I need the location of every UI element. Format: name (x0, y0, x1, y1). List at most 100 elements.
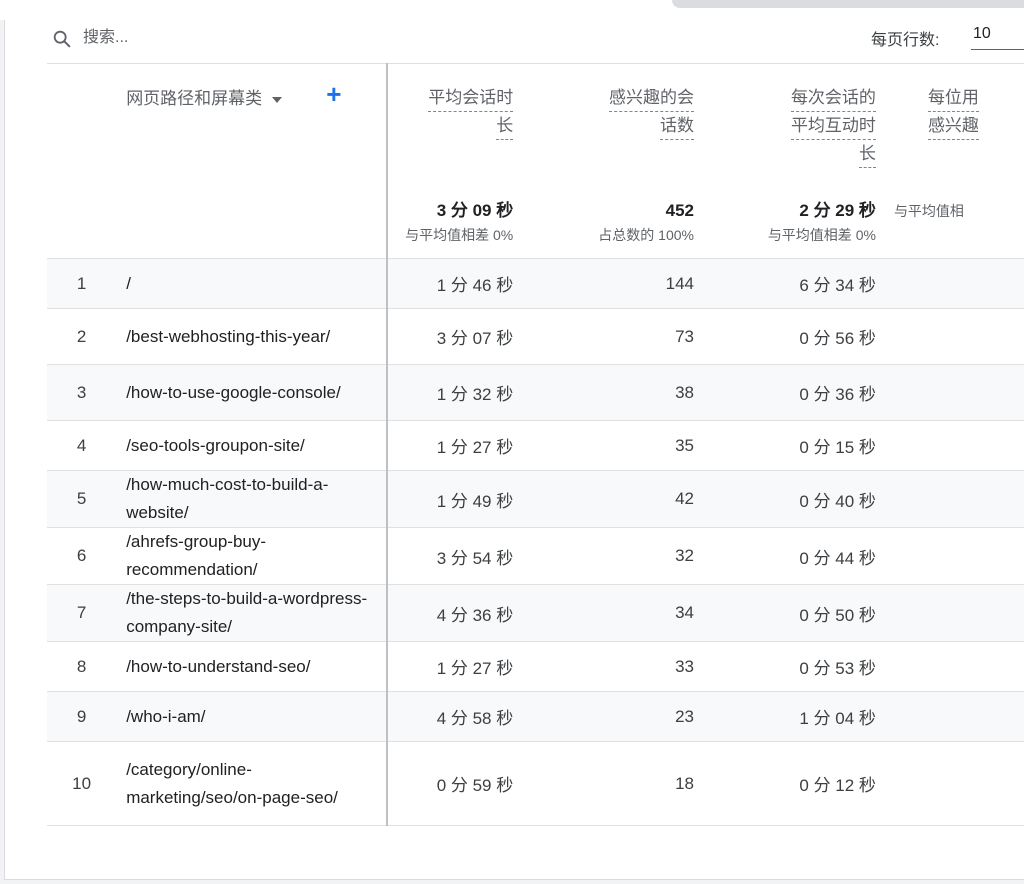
row-engaged-sessions: 35 (521, 420, 702, 471)
row-engaged-sessions: 34 (521, 584, 702, 642)
row-page-path[interactable]: /how-to-use-google-console/ (116, 364, 388, 421)
metric-header-avg-engagement-time[interactable]: 每次会话的 平均互动时 长 (702, 63, 884, 199)
row-avg-engagement-time: 0 分 15 秒 (702, 420, 884, 471)
metric-header-line: 感兴趣的会 (609, 85, 694, 112)
row-page-path[interactable]: /who-i-am/ (116, 691, 388, 742)
row-avg-session-duration: 1 分 49 秒 (386, 470, 522, 528)
metric-header-line: 话数 (660, 113, 694, 140)
total-comparison: 与平均值相差 0% (405, 226, 514, 243)
metric-header-line: 感兴趣 (927, 113, 979, 140)
row-index: 6 (47, 527, 117, 585)
row-avg-session-duration: 3 分 54 秒 (386, 527, 522, 585)
row-page-path[interactable]: / (116, 258, 388, 309)
row-engaged-per-user (883, 527, 1024, 585)
row-page-path[interactable]: /category/online-marketing/seo/on-page-s… (116, 741, 388, 826)
metric-header-line: 长 (496, 113, 514, 140)
row-engaged-per-user (883, 691, 1024, 742)
row-avg-session-duration: 0 分 59 秒 (386, 741, 522, 826)
row-engaged-per-user (883, 258, 1024, 309)
row-engaged-sessions: 32 (521, 527, 702, 585)
total-value: 3 分 09 秒 (436, 200, 514, 220)
table-row[interactable]: 10/category/online-marketing/seo/on-page… (47, 741, 1024, 826)
row-index: 9 (47, 691, 117, 742)
metric-header-line: 每次会话的 (790, 85, 876, 112)
row-avg-engagement-time: 1 分 04 秒 (702, 691, 884, 742)
row-index: 7 (47, 584, 117, 642)
row-page-path[interactable]: /best-webhosting-this-year/ (116, 308, 388, 365)
row-avg-session-duration: 1 分 27 秒 (386, 420, 522, 471)
row-engaged-per-user (883, 584, 1024, 642)
rows-per-page-select[interactable]: 10 (971, 24, 1024, 50)
table-row[interactable]: 4/seo-tools-groupon-site/1 分 27 秒 35 0 分 1… (47, 420, 1024, 471)
report-table-card: 每页行数: 10 网页路径和屏幕类 + 平均会话时 长 感兴趣的会 话数 (4, 20, 1024, 880)
row-avg-engagement-time: 0 分 36 秒 (702, 364, 884, 421)
row-engaged-per-user (883, 470, 1024, 528)
index-header (47, 63, 117, 199)
row-index: 8 (47, 641, 117, 692)
row-index: 10 (47, 741, 117, 826)
dropdown-triangle-icon[interactable] (272, 96, 283, 104)
top-toolbar-edge (672, 0, 1024, 8)
search-icon (53, 30, 71, 48)
metric-header-line: 平均会话时 (428, 85, 514, 112)
row-engaged-per-user (883, 308, 1024, 365)
row-engaged-per-user (883, 741, 1024, 826)
search-input[interactable] (83, 25, 383, 51)
total-comparison: 与平均值相差 0% (767, 226, 876, 243)
table-row[interactable]: 7/the-steps-to-build-a-wordpress-company… (47, 584, 1024, 642)
rows-per-page-label: 每页行数: (871, 32, 940, 49)
metric-header-line: 长 (858, 141, 876, 168)
row-avg-engagement-time: 0 分 12 秒 (702, 741, 884, 826)
total-comparison: 占总数的 100% (598, 226, 694, 243)
row-avg-engagement-time: 0 分 50 秒 (702, 584, 884, 642)
dimension-header-label: 网页路径和屏幕类 (126, 89, 263, 108)
row-engaged-sessions: 73 (521, 308, 702, 365)
row-engaged-sessions: 144 (521, 258, 702, 309)
row-engaged-sessions: 38 (521, 364, 702, 421)
total-avg-session-duration: 3 分 09 秒 与平均值相差 0% (386, 198, 522, 259)
row-avg-session-duration: 1 分 46 秒 (386, 258, 522, 309)
total-value: 2 分 29 秒 (799, 200, 876, 220)
table-row[interactable]: 8/how-to-understand-seo/1 分 27 秒 33 0 分 53… (47, 641, 1024, 692)
row-page-path[interactable]: /the-steps-to-build-a-wordpress-company-… (116, 584, 388, 642)
metric-header-line: 每位用 (927, 85, 979, 112)
row-avg-session-duration: 4 分 36 秒 (386, 584, 522, 642)
total-engaged-per-user: 与平均值相 (883, 198, 1024, 259)
row-avg-session-duration: 3 分 07 秒 (386, 308, 522, 365)
table-row[interactable]: 2/best-webhosting-this-year/3 分 07 秒 73 0 … (47, 308, 1024, 365)
row-avg-engagement-time: 0 分 56 秒 (702, 308, 884, 365)
table-row[interactable]: 5/how-much-cost-to-build-a-website/1 分 4… (47, 470, 1024, 528)
totals-path-cell (116, 198, 388, 259)
plus-icon[interactable]: + (326, 81, 341, 107)
row-index: 1 (47, 258, 117, 309)
row-avg-session-duration: 1 分 27 秒 (386, 641, 522, 692)
metric-header-engaged-per-user[interactable]: 每位用 感兴趣 (883, 63, 1024, 199)
row-page-path[interactable]: /seo-tools-groupon-site/ (116, 420, 388, 471)
row-engaged-sessions: 42 (521, 470, 702, 528)
row-page-path[interactable]: /how-much-cost-to-build-a-website/ (116, 470, 388, 528)
table-row[interactable]: 1/1 分 46 秒 144 6 分 34 秒 (47, 258, 1024, 309)
metric-header-line: 平均互动时 (790, 113, 876, 140)
total-comparison: 与平均值相 (893, 202, 964, 219)
metric-header-avg-session-duration[interactable]: 平均会话时 长 (386, 63, 522, 199)
row-page-path[interactable]: /how-to-understand-seo/ (116, 641, 388, 692)
total-value: 452 (665, 200, 694, 220)
dimension-header[interactable]: 网页路径和屏幕类 + (116, 63, 388, 199)
row-engaged-sessions: 23 (521, 691, 702, 742)
row-index: 4 (47, 420, 117, 471)
window-top-strip (0, 0, 1024, 20)
row-avg-engagement-time: 0 分 40 秒 (702, 470, 884, 528)
table-row[interactable]: 6/ahrefs-group-buy-recommendation/3 分 54… (47, 527, 1024, 585)
row-engaged-per-user (883, 364, 1024, 421)
row-engaged-per-user (883, 641, 1024, 692)
row-index: 5 (47, 470, 117, 528)
row-page-path[interactable]: /ahrefs-group-buy-recommendation/ (116, 527, 388, 585)
row-avg-engagement-time: 6 分 34 秒 (702, 258, 884, 309)
table-row[interactable]: 3/how-to-use-google-console/1 分 32 秒 38 0 … (47, 364, 1024, 421)
metric-header-engaged-sessions[interactable]: 感兴趣的会 话数 (521, 63, 702, 199)
total-avg-engagement-time: 2 分 29 秒 与平均值相差 0% (702, 198, 884, 259)
table-toolbar: 每页行数: 10 (5, 20, 1024, 56)
row-engaged-sessions: 33 (521, 641, 702, 692)
table-row[interactable]: 9/who-i-am/4 分 58 秒 23 1 分 04 秒 (47, 691, 1024, 742)
row-avg-session-duration: 4 分 58 秒 (386, 691, 522, 742)
